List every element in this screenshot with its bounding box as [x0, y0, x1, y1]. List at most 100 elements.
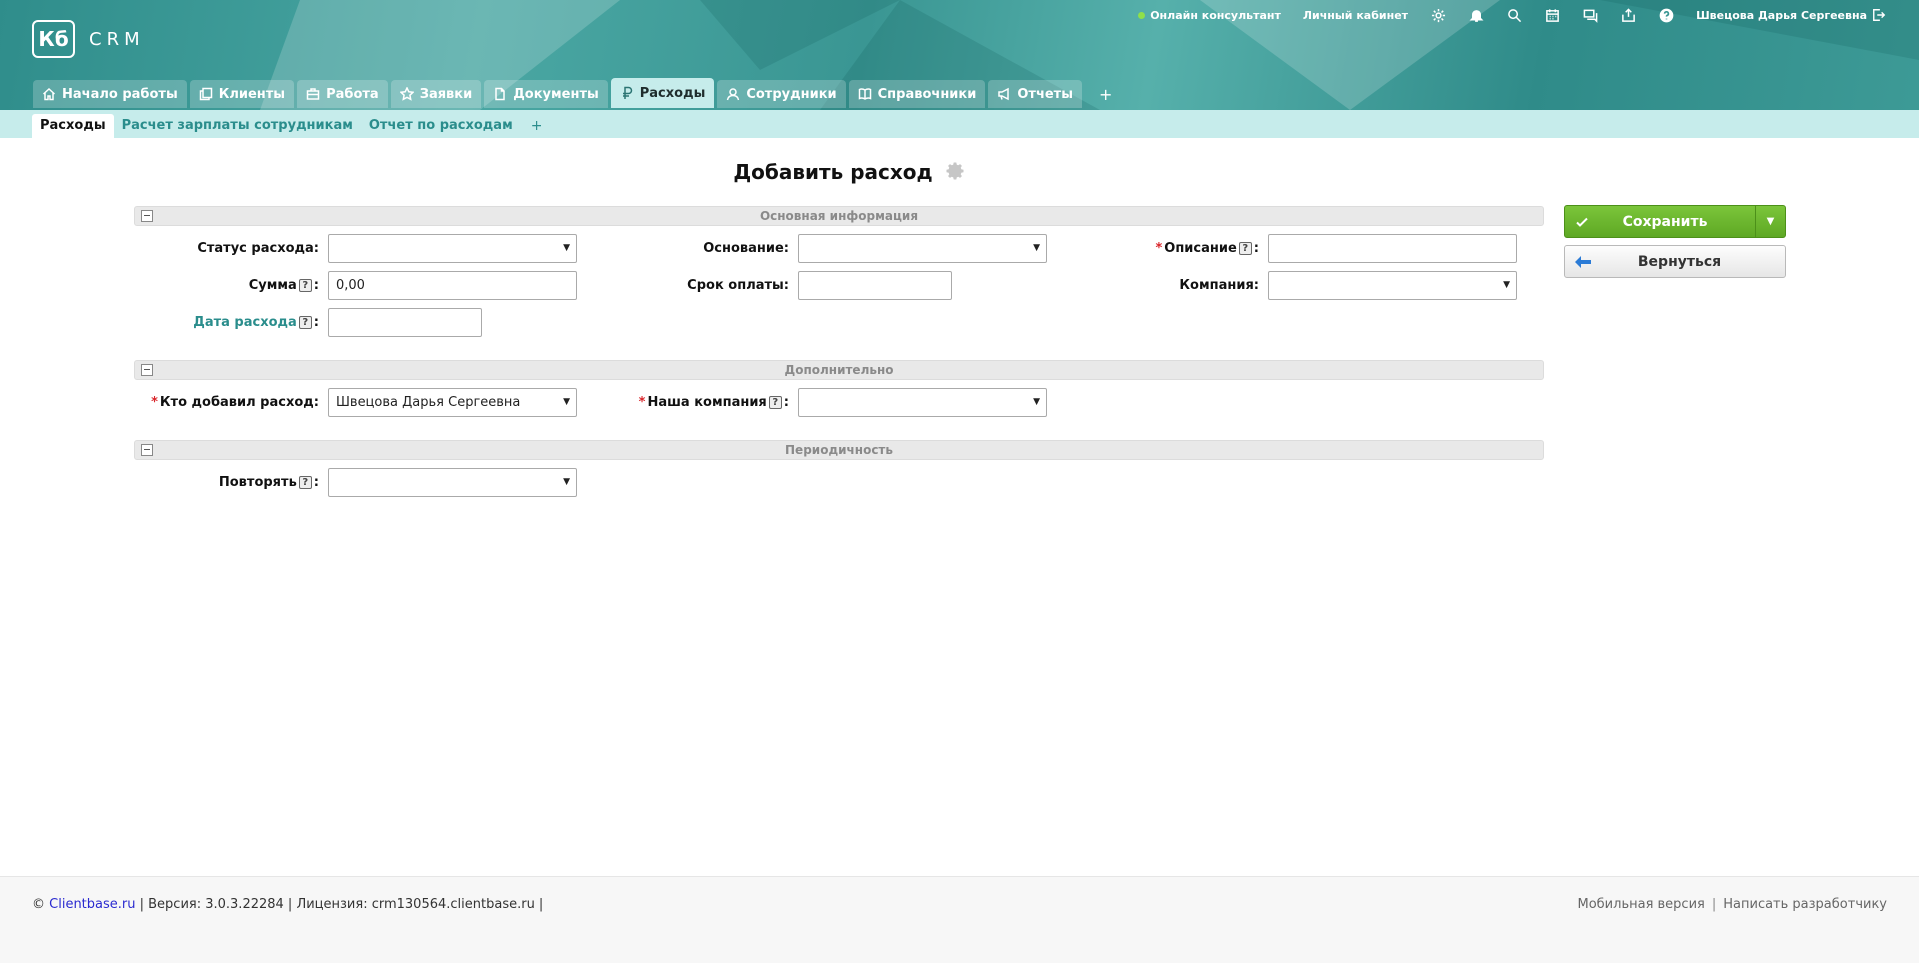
- logout-icon[interactable]: [1872, 8, 1886, 22]
- copy-icon: [199, 87, 212, 101]
- our-company-label: * Наша компания?:: [638, 395, 789, 410]
- added-by-select[interactable]: Швецова Дарья Сергеевна: [328, 388, 577, 417]
- our-company-select[interactable]: [798, 388, 1047, 417]
- calendar-icon[interactable]: [1544, 7, 1560, 23]
- users-icon: [727, 88, 740, 101]
- section-main-header: Основная информация: [134, 206, 1544, 226]
- bell-icon[interactable]: [1468, 7, 1484, 23]
- home-icon: [42, 87, 56, 101]
- tab-work[interactable]: Работа: [297, 80, 388, 108]
- clientbase-link[interactable]: Clientbase.ru: [49, 897, 135, 912]
- required-mark: *: [151, 395, 158, 410]
- company-label: Компания:: [1179, 278, 1259, 293]
- repeat-select[interactable]: [328, 468, 577, 497]
- page-title-text: Добавить расход: [733, 160, 933, 184]
- save-button[interactable]: Сохранить ▼: [1564, 205, 1786, 238]
- tab-reports[interactable]: Отчеты: [988, 80, 1082, 108]
- expense-date-label[interactable]: Дата расхода?:: [193, 315, 319, 330]
- gear-icon[interactable]: [1430, 7, 1446, 23]
- back-button-label: Вернуться: [1637, 253, 1722, 270]
- basis-label: Основание:: [703, 241, 789, 256]
- online-consultant-link[interactable]: Онлайн консультант: [1138, 9, 1281, 22]
- logo-mark: Кб: [32, 20, 75, 58]
- description-input[interactable]: [1268, 234, 1517, 263]
- gear-icon[interactable]: [946, 161, 966, 181]
- header: Кб CRM Онлайн консультант Личный кабинет: [0, 0, 1919, 110]
- due-date-input[interactable]: [798, 271, 952, 300]
- help-icon[interactable]: ?: [298, 316, 312, 329]
- subtab-expenses[interactable]: Расходы: [32, 114, 114, 138]
- search-icon[interactable]: [1506, 7, 1522, 23]
- collapse-main-button[interactable]: [141, 210, 153, 222]
- export-icon[interactable]: [1620, 7, 1636, 23]
- tab-label: Документы: [513, 86, 599, 102]
- tab-label: Сотрудники: [746, 86, 837, 102]
- online-consultant-label: Онлайн консультант: [1150, 8, 1281, 22]
- add-subtab-button[interactable]: +: [521, 118, 553, 134]
- add-tab-button[interactable]: +: [1085, 80, 1126, 108]
- personal-cabinet-link[interactable]: Личный кабинет: [1303, 9, 1408, 22]
- user-name: Швецова Дарья Сергеевна: [1696, 8, 1867, 22]
- save-options-dropdown[interactable]: ▼: [1755, 206, 1785, 237]
- mobile-version-link[interactable]: Мобильная версия: [1578, 897, 1705, 912]
- tab-requests[interactable]: Заявки: [390, 80, 482, 108]
- check-icon: [1575, 215, 1589, 229]
- tab-directories[interactable]: Справочники: [848, 80, 986, 108]
- due-date-label: Срок оплаты:: [687, 278, 789, 293]
- tab-documents[interactable]: Документы: [484, 80, 608, 108]
- tab-employees[interactable]: Сотрудники: [717, 80, 846, 108]
- subtab-salary[interactable]: Расчет зарплаты сотрудникам: [114, 114, 361, 138]
- help-icon[interactable]: ?: [298, 279, 312, 292]
- tab-clients[interactable]: Клиенты: [189, 80, 295, 108]
- sum-input[interactable]: 0,00: [328, 271, 577, 300]
- repeat-label: Повторять?:: [218, 475, 319, 490]
- version-info: | Версия: 3.0.3.22284 | Лицензия: crm130…: [139, 897, 544, 912]
- footer: © Clientbase.ru | Версия: 3.0.3.22284 | …: [0, 876, 1919, 963]
- tab-label: Клиенты: [218, 86, 286, 102]
- tab-label: Заявки: [419, 86, 473, 102]
- online-status-dot: [1138, 11, 1146, 19]
- footer-info: © Clientbase.ru | Версия: 3.0.3.22284 | …: [32, 897, 544, 912]
- status-select[interactable]: [328, 234, 577, 263]
- section-main-title: Основная информация: [759, 209, 919, 223]
- sum-label: Сумма?:: [248, 278, 319, 293]
- subtabs: Расходы Расчет зарплаты сотрудникам Отче…: [32, 114, 552, 138]
- briefcase-icon: [306, 88, 320, 100]
- main-tabs: Начало работы Клиенты Работа Заявки Доку…: [33, 78, 1126, 108]
- logo[interactable]: Кб CRM: [32, 20, 145, 58]
- subtabs-bar: Расходы Расчет зарплаты сотрудникам Отче…: [0, 110, 1919, 138]
- expense-date-input[interactable]: [328, 308, 482, 337]
- ruble-icon: [622, 86, 632, 99]
- chat-icon[interactable]: [1582, 7, 1598, 23]
- save-button-label: Сохранить: [1622, 213, 1708, 230]
- document-icon: [495, 87, 505, 101]
- collapse-extra-button[interactable]: [141, 364, 153, 376]
- help-icon[interactable]: ?: [1238, 242, 1252, 255]
- subtab-expense-report[interactable]: Отчет по расходам: [361, 114, 521, 138]
- collapse-periodicity-button[interactable]: [141, 444, 153, 456]
- description-label: * Описание?:: [1155, 241, 1259, 256]
- tab-label: Расходы: [639, 85, 706, 101]
- user-menu[interactable]: Швецова Дарья Сергеевна: [1696, 8, 1886, 22]
- help-icon[interactable]: ?: [298, 476, 312, 489]
- added-by-label: * Кто добавил расход:: [151, 395, 319, 410]
- basis-select[interactable]: [798, 234, 1047, 263]
- star-icon: [399, 87, 414, 101]
- tab-start[interactable]: Начало работы: [33, 80, 187, 108]
- help-icon[interactable]: [1658, 7, 1674, 23]
- personal-cabinet-label: Личный кабинет: [1302, 8, 1409, 22]
- tab-label: Работа: [326, 86, 379, 102]
- required-mark: *: [638, 395, 646, 410]
- tab-label: Начало работы: [62, 86, 178, 102]
- back-button[interactable]: Вернуться: [1564, 245, 1786, 278]
- megaphone-icon: [998, 87, 1010, 101]
- contact-developer-link[interactable]: Написать разработчику: [1723, 897, 1887, 912]
- section-periodicity-header: Периодичность: [134, 440, 1544, 460]
- page-title: Добавить расход: [0, 160, 1699, 184]
- company-select[interactable]: [1268, 271, 1517, 300]
- tab-expenses[interactable]: Расходы: [610, 78, 715, 108]
- footer-links: Мобильная версия | Написать разработчику: [1577, 897, 1888, 912]
- status-label: Статус расхода:: [197, 241, 319, 256]
- section-periodicity-title: Периодичность: [785, 443, 893, 457]
- help-icon[interactable]: ?: [768, 396, 782, 409]
